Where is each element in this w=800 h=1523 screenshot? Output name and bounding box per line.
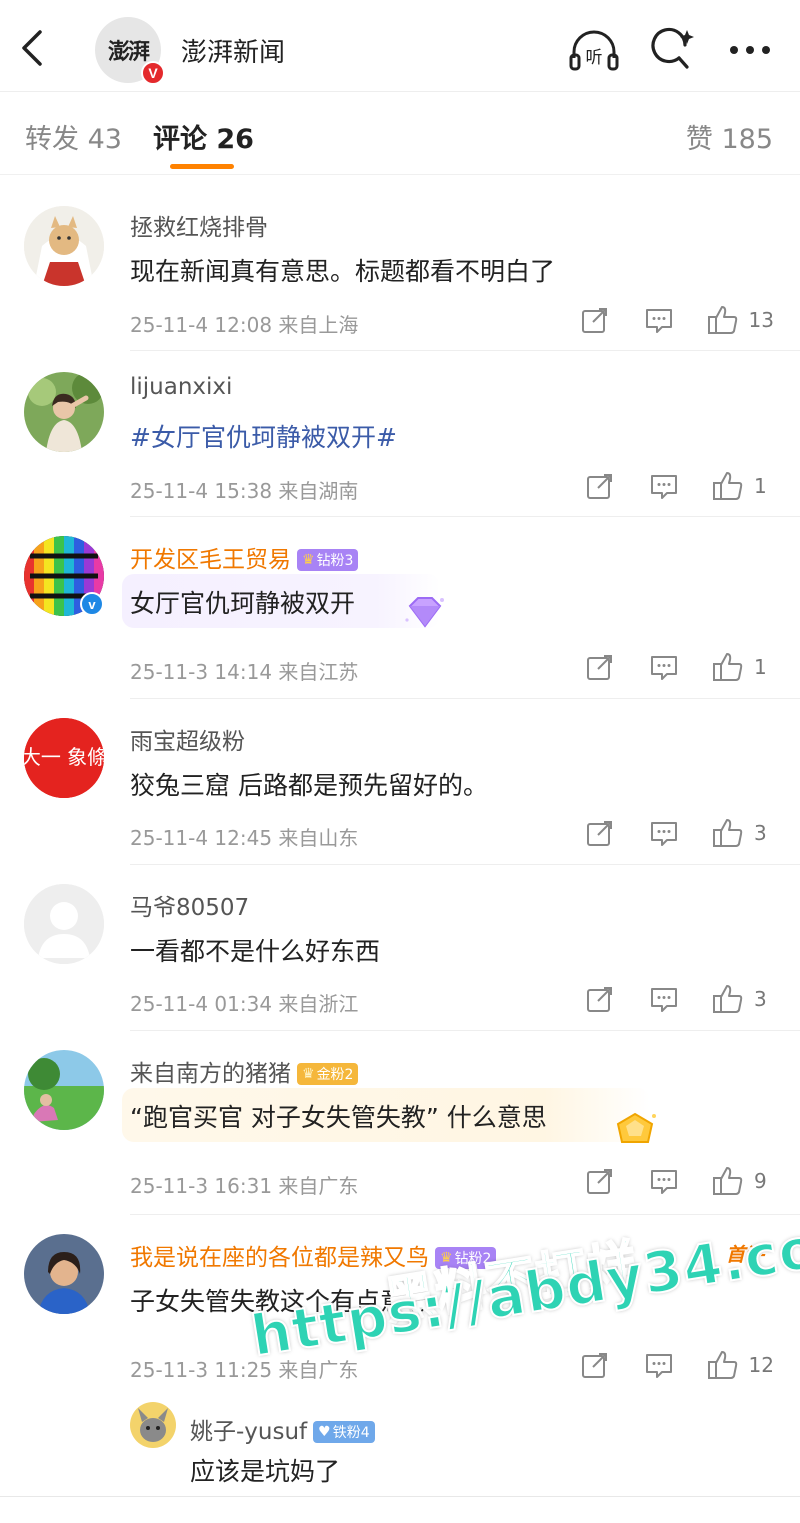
listen-icon[interactable]: 听 (568, 24, 620, 76)
like-icon[interactable] (703, 302, 743, 338)
comment-meta: 25-11-4 12:45 来自山东 (130, 826, 359, 850)
comment-icon[interactable] (644, 981, 684, 1017)
comment-meta: 25-11-3 14:14 来自江苏 (130, 660, 359, 684)
like-icon[interactable] (708, 468, 748, 504)
tab-comment[interactable]: 评论 26 (153, 117, 254, 156)
user-avatar[interactable] (24, 206, 104, 286)
reply-text: 应该是坑妈了 (190, 1457, 341, 1486)
heart-icon: ♥ (318, 1424, 331, 1440)
comment-divider (130, 350, 800, 351)
comment-username[interactable]: 开发区毛王贸易 ♛ 钻粉3 (130, 540, 359, 574)
svg-text:大一 象條: 大一 象條 (24, 745, 104, 769)
like-icon[interactable] (703, 1347, 743, 1383)
comment-text[interactable]: #女厅官仇珂静被双开# (130, 418, 397, 454)
search-icon[interactable] (646, 24, 698, 76)
share-icon[interactable] (580, 1163, 620, 1199)
top-bar: 澎湃 V 澎湃新闻 听 (0, 0, 800, 92)
comment-username[interactable]: 马爷80507 (130, 888, 249, 922)
comment-divider (130, 698, 800, 699)
comment-username[interactable]: 拯救红烧排骨 (130, 208, 268, 242)
verified-badge-icon: V (141, 61, 165, 85)
svg-text:听: 听 (586, 48, 603, 68)
like-count: 9 (754, 1169, 767, 1193)
like-count: 13 (748, 308, 774, 332)
user-avatar[interactable]: 大一 象條 (24, 718, 104, 798)
fan-badge-label: 金粉2 (316, 1067, 354, 1083)
reply-avatar[interactable] (130, 1402, 176, 1448)
share-icon[interactable] (575, 1347, 615, 1383)
bottom-divider (0, 1496, 800, 1497)
like-count: 1 (754, 655, 767, 679)
account-logo-text: 澎湃 (107, 39, 150, 65)
like-count: 12 (748, 1353, 774, 1377)
share-icon[interactable] (580, 468, 620, 504)
comment-meta: 25-11-4 12:08 来自上海 (130, 313, 359, 337)
crown-icon: ♛ (302, 1066, 315, 1082)
comment-divider (130, 864, 800, 865)
fan-badge: ♥ 铁粉4 (313, 1421, 375, 1443)
like-count: 1 (754, 474, 767, 498)
comment-text: 一看都不是什么好东西 (130, 937, 381, 966)
comment-icon[interactable] (644, 815, 684, 851)
comment-divider (130, 516, 800, 517)
comment-meta: 25-11-4 01:34 来自浙江 (130, 992, 359, 1016)
like-count: 3 (754, 987, 767, 1011)
more-icon[interactable] (724, 24, 776, 76)
back-arrow-icon[interactable] (14, 28, 54, 68)
tab-like[interactable]: 赞 185 (686, 117, 773, 156)
like-icon[interactable] (708, 649, 748, 685)
like-count: 3 (754, 821, 767, 845)
share-icon[interactable] (580, 815, 620, 851)
comment-icon[interactable] (639, 1347, 679, 1383)
comment-username[interactable]: 雨宝超级粉 (130, 722, 245, 756)
fan-badge: ♛ 金粉2 (297, 1063, 359, 1085)
reply-username-text: 姚子-yusuf (190, 1419, 308, 1445)
like-icon[interactable] (708, 815, 748, 851)
comment-text: 女厅官仇珂静被双开 (130, 589, 356, 618)
tab-active-indicator (170, 164, 234, 169)
gold-gem-icon (612, 1110, 658, 1150)
fan-badge-label: 铁粉4 (332, 1425, 370, 1441)
comment-username[interactable]: lijuanxixi (130, 374, 232, 400)
page-title[interactable]: 澎湃新闻 (181, 32, 285, 69)
like-icon[interactable] (708, 981, 748, 1017)
reply-username[interactable]: 姚子-yusuf ♥ 铁粉4 (190, 1412, 375, 1446)
comment-icon[interactable] (644, 468, 684, 504)
share-icon[interactable] (580, 981, 620, 1017)
comment-username[interactable]: 来自南方的猪猪 ♛ 金粉2 (130, 1054, 359, 1088)
crown-icon: ♛ (302, 552, 315, 568)
comment-meta: 25-11-3 16:31 来自广东 (130, 1174, 359, 1198)
share-icon[interactable] (575, 302, 615, 338)
comment-divider (130, 1030, 800, 1031)
user-avatar[interactable] (24, 1050, 104, 1130)
diamond-gem-icon (402, 594, 448, 634)
username-text: 来自南方的猪猪 (130, 1061, 291, 1087)
comment-icon[interactable] (644, 1163, 684, 1199)
user-avatar[interactable] (24, 372, 104, 452)
user-avatar[interactable] (24, 1234, 104, 1314)
comment-divider (130, 1214, 800, 1215)
verified-badge-icon: v (80, 592, 104, 616)
fan-badge-label: 钻粉3 (316, 553, 354, 569)
comment-text: 狡兔三窟 后路都是预先留好的。 (130, 771, 488, 800)
share-icon[interactable] (580, 649, 620, 685)
tab-bar: 转发 43 评论 26 赞 185 (0, 93, 800, 175)
comment-text: “跑官买官 对子女失管失教” 什么意思 (130, 1103, 547, 1132)
comment-meta: 25-11-4 15:38 来自湖南 (130, 479, 359, 503)
comment-icon[interactable] (639, 302, 679, 338)
fan-badge: ♛ 钻粉3 (297, 549, 359, 571)
default-avatar-icon[interactable] (24, 884, 104, 964)
comment-text: 现在新闻真有意思。标题都看不明白了 (130, 257, 556, 286)
like-icon[interactable] (708, 1163, 748, 1199)
account-avatar[interactable]: 澎湃 V (95, 17, 165, 85)
username-text: 开发区毛王贸易 (130, 547, 291, 573)
comment-icon[interactable] (644, 649, 684, 685)
tab-repost[interactable]: 转发 43 (25, 117, 122, 156)
